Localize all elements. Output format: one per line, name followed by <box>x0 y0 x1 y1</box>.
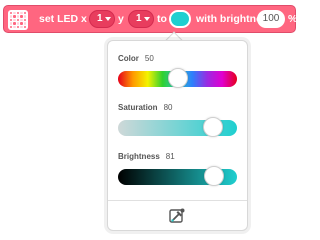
x-dropdown[interactable]: 1 <box>89 10 115 28</box>
brightness-label: Brightness 81 <box>118 152 175 161</box>
x-value: 1 <box>97 13 103 24</box>
block-label-percent: % <box>288 13 298 25</box>
color-slider[interactable] <box>118 68 237 88</box>
saturation-slider-handle[interactable] <box>203 117 224 137</box>
eyedropper-button[interactable] <box>168 207 186 225</box>
y-dropdown[interactable]: 1 <box>128 10 154 28</box>
block-label-to: to <box>157 13 167 25</box>
block-label-y: y <box>118 13 124 25</box>
saturation-slider[interactable] <box>118 117 237 137</box>
led-matrix-icon <box>8 10 28 30</box>
popup-divider <box>108 200 247 201</box>
chevron-down-icon <box>105 17 111 21</box>
block-label-set-led: set LED x <box>39 13 87 25</box>
chevron-down-icon <box>144 17 150 21</box>
color-slider-handle[interactable] <box>167 68 188 88</box>
brightness-slider-handle[interactable] <box>204 166 225 186</box>
color-label: Color 50 <box>118 54 154 63</box>
saturation-label: Saturation 80 <box>118 103 173 112</box>
brightness-slider[interactable] <box>118 166 237 186</box>
color-picker-popup: Color 50 Saturation 80 Brightness 81 <box>107 40 248 231</box>
brightness-input[interactable]: 100 <box>257 10 285 28</box>
set-led-block[interactable]: set LED x 1 y 1 to with brightness 100 % <box>3 5 298 33</box>
y-value: 1 <box>136 13 142 24</box>
eyedropper-icon <box>169 208 185 223</box>
color-swatch[interactable] <box>169 10 191 28</box>
